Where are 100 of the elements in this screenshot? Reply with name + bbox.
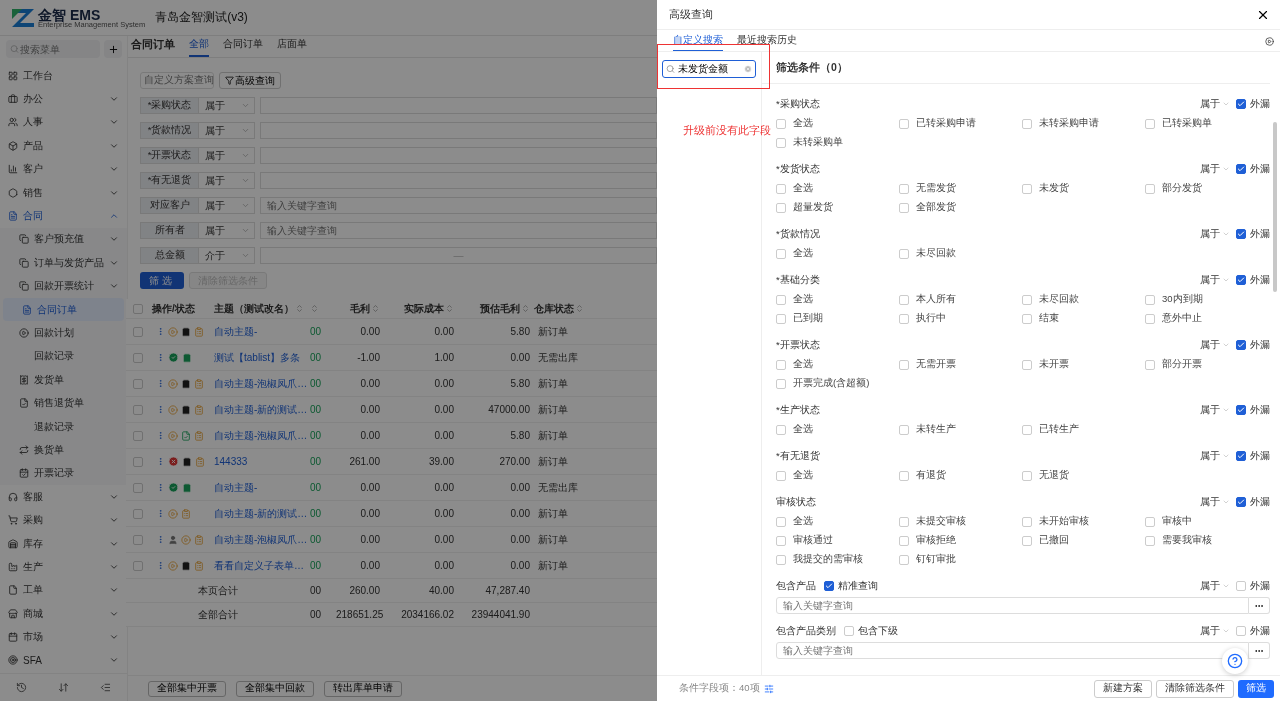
- sort-icon[interactable]: [58, 682, 69, 693]
- filter-field[interactable]: [260, 97, 657, 114]
- operator-select[interactable]: 属于: [198, 122, 255, 139]
- help-button[interactable]: [1222, 648, 1248, 674]
- checkbox[interactable]: [1236, 451, 1246, 461]
- add-button[interactable]: [104, 40, 122, 58]
- more-icon[interactable]: [156, 535, 165, 544]
- clipboard-icon[interactable]: [194, 560, 204, 571]
- filter-field[interactable]: 输入关键字查询: [260, 222, 657, 239]
- operator-select[interactable]: 属于: [198, 197, 255, 214]
- tab[interactable]: 自定义搜索: [673, 34, 723, 51]
- select-all-checkbox[interactable]: [133, 303, 143, 314]
- checkbox[interactable]: [1236, 164, 1246, 174]
- sidebar-item[interactable]: 合同订单: [3, 297, 124, 322]
- more-button[interactable]: [1249, 597, 1270, 614]
- more-icon[interactable]: [156, 483, 165, 492]
- checkbox[interactable]: [1236, 497, 1246, 507]
- clipboard-icon[interactable]: [194, 430, 204, 441]
- operator-select[interactable]: 属于: [1200, 579, 1230, 593]
- action-button[interactable]: 转出库单申请: [324, 680, 402, 697]
- subject-link[interactable]: 测试【tablist】多条: [212, 350, 308, 365]
- operator-select[interactable]: 属于: [1200, 403, 1230, 417]
- more-icon[interactable]: [156, 457, 165, 466]
- tab[interactable]: 合同订单: [223, 37, 263, 57]
- more-icon[interactable]: [156, 509, 165, 518]
- clipboard-icon[interactable]: [194, 404, 204, 415]
- filter-field[interactable]: [260, 147, 657, 164]
- operator-select[interactable]: 介于: [198, 247, 255, 264]
- more-icon[interactable]: [156, 379, 165, 388]
- more-icon[interactable]: [156, 431, 165, 440]
- clipboard-icon[interactable]: [194, 326, 204, 337]
- keyword-field[interactable]: 输入关键字查询: [776, 597, 1249, 614]
- checkbox[interactable]: [1236, 275, 1246, 285]
- play-circle-icon[interactable]: [1265, 37, 1274, 46]
- operator-select[interactable]: 属于: [198, 97, 255, 114]
- clear-icon[interactable]: [744, 65, 752, 73]
- subject-link[interactable]: 看看自定义子表单…: [212, 558, 308, 573]
- more-icon[interactable]: [156, 353, 165, 362]
- operator-select[interactable]: 属于: [1200, 449, 1230, 463]
- clipboard-icon[interactable]: [194, 534, 204, 545]
- subject-link[interactable]: 自动主题-泡椒凤爪…: [212, 428, 308, 443]
- sort-icon[interactable]: [371, 304, 380, 313]
- filter-button[interactable]: 筛选: [140, 272, 184, 289]
- filter-field[interactable]: [260, 122, 657, 139]
- bag-icon[interactable]: [181, 326, 191, 337]
- sort-icon[interactable]: [445, 304, 454, 313]
- subject-link[interactable]: 自动主题-新的测试…: [212, 506, 308, 521]
- field-search[interactable]: 未发货金额: [662, 60, 756, 78]
- sort-icon[interactable]: [575, 304, 584, 313]
- bag-icon[interactable]: [181, 560, 191, 571]
- filter-field[interactable]: [260, 172, 657, 189]
- footer-button[interactable]: 清除筛选条件: [1156, 679, 1234, 698]
- clipboard-icon[interactable]: [181, 508, 191, 519]
- checkbox[interactable]: [1236, 99, 1246, 109]
- document-icon[interactable]: [181, 430, 191, 441]
- operator-select[interactable]: 属于: [198, 172, 255, 189]
- tab[interactable]: 最近搜索历史: [737, 34, 797, 51]
- subject-link[interactable]: 自动主题-新的测试…: [212, 402, 308, 417]
- clipboard-icon[interactable]: [195, 456, 205, 467]
- bag-icon[interactable]: [181, 404, 191, 415]
- subject-link[interactable]: 144333: [212, 456, 308, 467]
- operator-select[interactable]: 属于: [1200, 338, 1230, 352]
- history-icon[interactable]: [15, 682, 27, 693]
- checkbox[interactable]: [1236, 340, 1246, 350]
- tab[interactable]: 全部: [189, 37, 209, 57]
- more-icon[interactable]: [156, 561, 165, 570]
- footer-button[interactable]: 筛选: [1238, 679, 1274, 698]
- clipboard-icon[interactable]: [194, 378, 204, 389]
- subject-link[interactable]: 自动主题-: [212, 324, 308, 339]
- advanced-search-button[interactable]: 高级查询: [219, 72, 281, 89]
- bag-icon[interactable]: [181, 378, 191, 389]
- operator-select[interactable]: 属于: [1200, 273, 1230, 287]
- operator-select[interactable]: 属于: [1200, 624, 1230, 638]
- bag-icon[interactable]: [182, 482, 192, 493]
- checkbox[interactable]: [1236, 229, 1246, 239]
- operator-select[interactable]: 属于: [198, 222, 255, 239]
- operator-select[interactable]: 属于: [1200, 97, 1230, 111]
- bag-icon[interactable]: [182, 456, 192, 467]
- bag-icon[interactable]: [182, 352, 192, 363]
- tab[interactable]: 店面单: [277, 37, 307, 57]
- subject-link[interactable]: 自动主题-泡椒凤爪…: [212, 532, 308, 547]
- more-icon[interactable]: [156, 327, 165, 336]
- subject-link[interactable]: 自动主题-泡椒凤爪…: [212, 376, 308, 391]
- operator-select[interactable]: 属于: [1200, 162, 1230, 176]
- sort-icon[interactable]: [310, 304, 319, 313]
- collapse-icon[interactable]: [100, 682, 112, 693]
- operator-select[interactable]: 属于: [198, 147, 255, 164]
- action-button[interactable]: 全部集中回款: [236, 680, 314, 697]
- action-button[interactable]: 全部集中开票: [148, 680, 226, 697]
- more-button[interactable]: [1249, 642, 1270, 659]
- sort-icon[interactable]: [295, 304, 304, 313]
- footer-button[interactable]: 新建方案: [1094, 679, 1152, 698]
- settings-icon[interactable]: [763, 683, 774, 694]
- subject-link[interactable]: 自动主题-: [212, 480, 308, 495]
- keyword-field[interactable]: 输入关键字查询: [776, 642, 1249, 659]
- filter-field[interactable]: 输入关键字查询: [260, 197, 657, 214]
- operator-select[interactable]: 属于: [1200, 495, 1230, 509]
- more-icon[interactable]: [156, 405, 165, 414]
- sort-icon[interactable]: [521, 304, 530, 313]
- checkbox[interactable]: [824, 581, 834, 591]
